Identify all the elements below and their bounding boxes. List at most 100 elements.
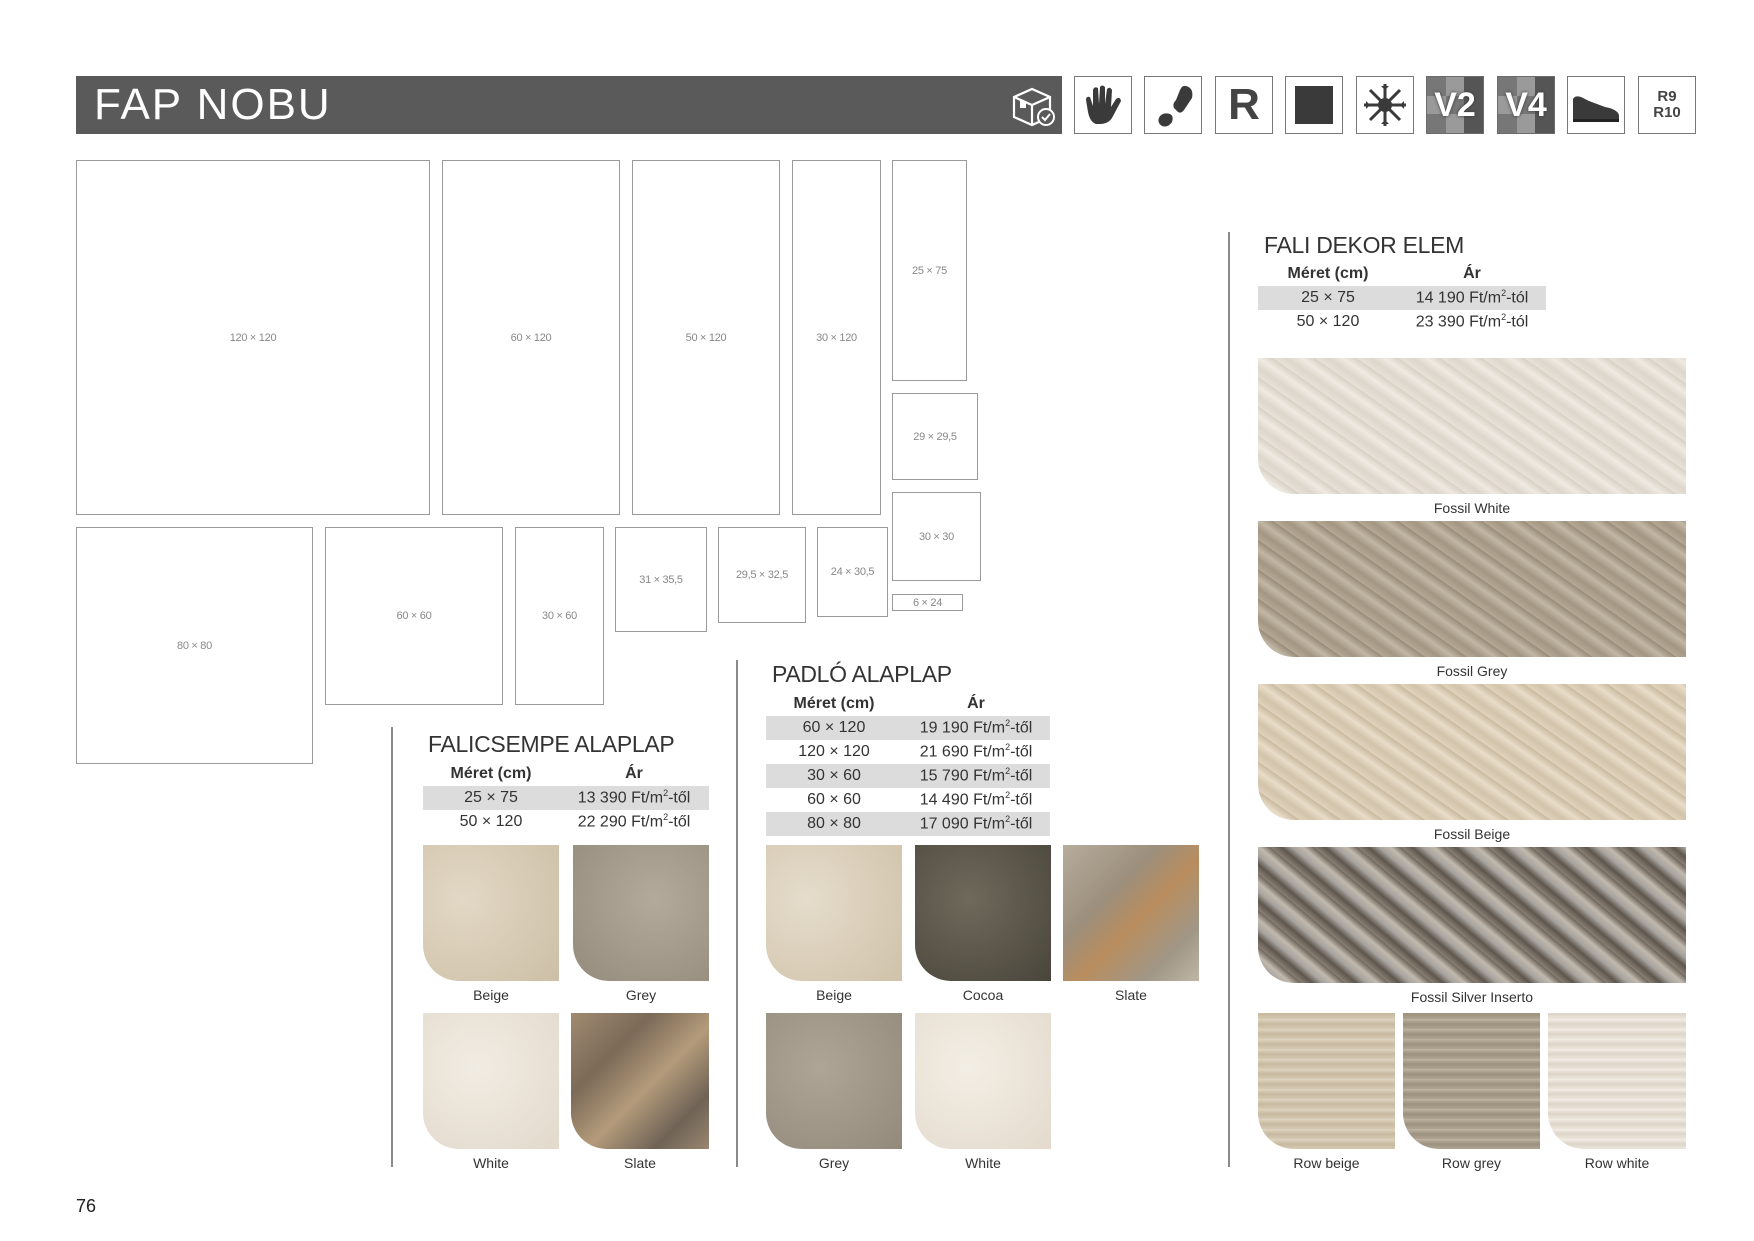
rating-icon: R9 R10 [1638, 76, 1696, 134]
square-shape [1295, 86, 1333, 124]
col-size: Méret (cm) [1287, 265, 1369, 282]
decor-fossil-white [1258, 358, 1686, 494]
size-30x120: 30 × 120 [792, 160, 881, 515]
tile-grey [766, 1013, 902, 1149]
shoe-icon [1567, 76, 1625, 134]
row-price: 21 690 Ft/m2-től [919, 742, 1033, 761]
tile-cocoa [915, 845, 1051, 981]
v2-label: V2 [1434, 85, 1476, 124]
rating-labels: R9 R10 [1653, 89, 1681, 121]
row-size: 80 × 80 [766, 812, 902, 836]
tile-label: Grey [818, 1155, 850, 1171]
table-row: 30 × 60 15 790 Ft/m2-től [766, 764, 1050, 788]
size-24x305: 24 × 30,5 [817, 527, 888, 617]
col-size: Méret (cm) [450, 765, 532, 782]
tile-label: Slate [1115, 987, 1147, 1003]
row-price: 14 190 Ft/m2-tól [1398, 286, 1546, 310]
tile-grey [573, 845, 709, 981]
tile-white [915, 1013, 1051, 1149]
size-295x325: 29,5 × 32,5 [718, 527, 806, 623]
decor-label: Fossil White [1433, 500, 1511, 516]
tile-label: Beige [816, 987, 852, 1003]
tile-row-grey [1403, 1013, 1540, 1149]
row-size: 60 × 120 [766, 716, 902, 740]
size-30x30: 30 × 30 [892, 492, 981, 581]
size-label: 50 × 120 [685, 331, 727, 344]
col-size: Méret (cm) [793, 695, 875, 712]
table-row: 60 × 60 14 490 Ft/m2-től [766, 788, 1050, 812]
row-size: 30 × 60 [766, 764, 902, 788]
tile-row-white [1548, 1013, 1686, 1149]
decor-fossil-beige [1258, 684, 1686, 820]
tile-label: Row grey [1441, 1155, 1502, 1171]
size-label: 31 × 35,5 [639, 573, 683, 586]
col-price: Ár [625, 765, 643, 782]
decor-fossil-grey [1258, 521, 1686, 657]
table-row: 25 × 75 13 390 Ft/m2-től [423, 786, 709, 810]
row-price: 19 190 Ft/m2-től [902, 716, 1050, 740]
square-icon [1285, 76, 1343, 134]
table-header: Méret (cm) Ár [423, 762, 709, 786]
size-120x120: 120 × 120 [76, 160, 430, 515]
tile-label: Cocoa [962, 987, 1004, 1003]
table-header: Méret (cm) Ár [1258, 262, 1546, 286]
row-size: 25 × 75 [1258, 286, 1398, 310]
divider [391, 727, 393, 1167]
padlo-price-table: Méret (cm) Ár 60 × 120 19 190 Ft/m2-től … [766, 692, 1050, 836]
size-label: 120 × 120 [229, 331, 277, 344]
table-row: 80 × 80 17 090 Ft/m2-től [766, 812, 1050, 836]
divider [736, 660, 738, 1167]
tile-label: White [965, 1155, 1001, 1171]
size-80x80: 80 × 80 [76, 527, 313, 764]
size-31x355: 31 × 35,5 [615, 527, 707, 632]
falicsempe-price-table: Méret (cm) Ár 25 × 75 13 390 Ft/m2-től 5… [423, 762, 709, 834]
tile-beige [423, 845, 559, 981]
table-row: 50 × 120 23 390 Ft/m2-tól [1258, 310, 1546, 334]
size-30x60: 30 × 60 [515, 527, 604, 705]
tile-label: Row white [1584, 1155, 1650, 1171]
size-label: 29 × 29,5 [913, 430, 957, 443]
v2-icon: V2 [1426, 76, 1484, 134]
divider [1228, 232, 1230, 1167]
size-label: 6 × 24 [912, 596, 943, 609]
rating-r9: R9 [1657, 88, 1677, 105]
tile-white [423, 1013, 559, 1149]
size-label: 60 × 120 [510, 331, 552, 344]
table-row: 120 × 120 21 690 Ft/m2-től [766, 740, 1050, 764]
row-price: 22 290 Ft/m2-től [577, 812, 691, 831]
size-label: 30 × 60 [542, 610, 577, 622]
decor-label: Fossil Silver Inserto [1410, 989, 1534, 1005]
tile-label: White [473, 1155, 509, 1171]
tile-label: Grey [625, 987, 657, 1003]
size-60x60: 60 × 60 [325, 527, 503, 705]
page-header: FAP NOBU [76, 76, 1062, 134]
size-6x24: 6 × 24 [892, 594, 963, 611]
row-price: 13 390 Ft/m2-től [559, 786, 709, 810]
foot-icon [1144, 76, 1202, 134]
size-50x120: 50 × 120 [632, 160, 780, 515]
v4-label: V4 [1505, 85, 1547, 124]
table-row: 25 × 75 14 190 Ft/m2-tól [1258, 286, 1546, 310]
fali-dekor-price-table: Méret (cm) Ár 25 × 75 14 190 Ft/m2-tól 5… [1258, 262, 1546, 334]
row-price: 23 390 Ft/m2-tól [1415, 312, 1529, 331]
size-label: 60 × 60 [396, 610, 432, 622]
r-label: R [1228, 80, 1260, 129]
page-number: 76 [76, 1196, 97, 1216]
table-row: 60 × 120 19 190 Ft/m2-től [766, 716, 1050, 740]
tile-slate [1063, 845, 1199, 981]
size-label: 29,5 × 32,5 [735, 569, 789, 581]
table-row: 50 × 120 22 290 Ft/m2-től [423, 810, 709, 834]
row-price: 14 490 Ft/m2-től [919, 790, 1033, 809]
row-size: 120 × 120 [798, 743, 870, 760]
row-size: 25 × 75 [423, 786, 559, 810]
decor-label: Fossil Grey [1436, 663, 1508, 679]
fali-dekor-title: FALI DEKOR ELEM [1264, 232, 1465, 258]
size-label: 30 × 120 [816, 331, 857, 344]
tile-label: Slate [624, 1155, 656, 1171]
row-size: 50 × 120 [459, 813, 523, 830]
padlo-title: PADLÓ ALAPLAP [772, 661, 952, 687]
size-label: 30 × 30 [919, 530, 954, 543]
box-check-icon [1012, 87, 1055, 127]
table-header: Méret (cm) Ár [766, 692, 1050, 716]
tile-label: Beige [473, 987, 509, 1003]
